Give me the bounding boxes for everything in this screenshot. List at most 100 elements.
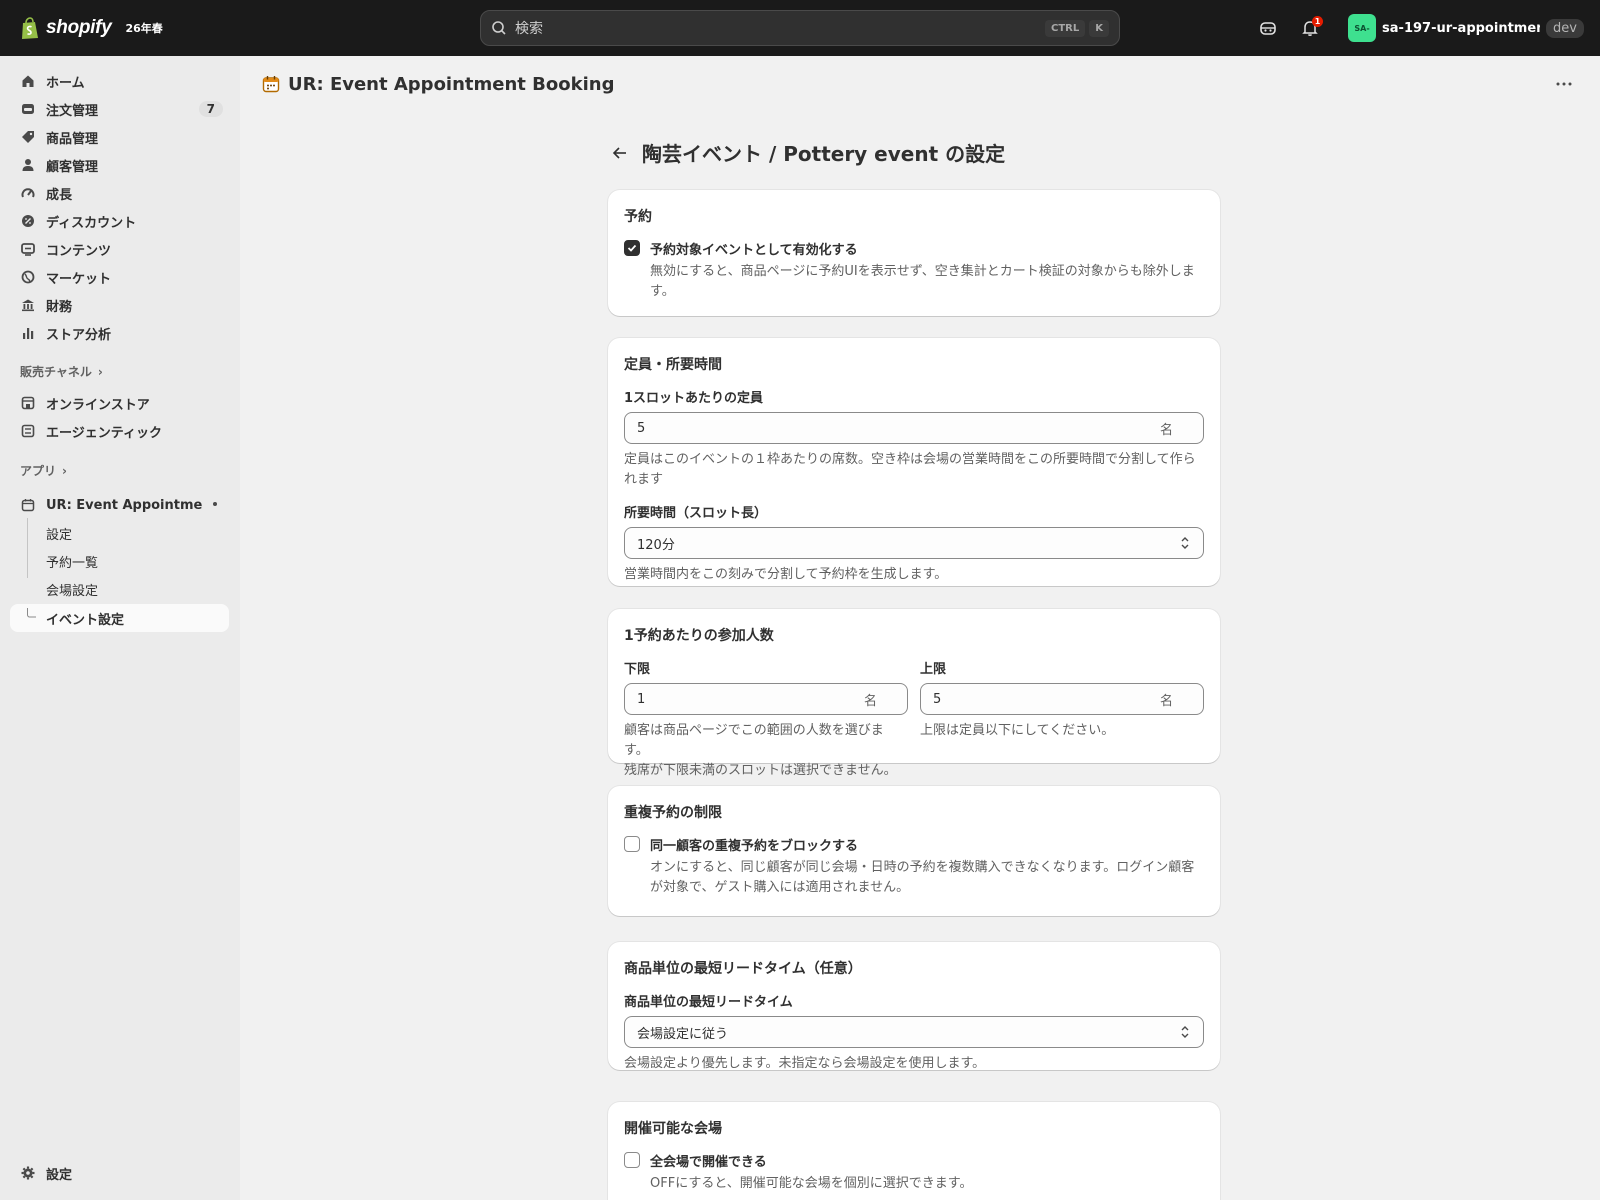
min-party-help: 顧客は商品ページでこの範囲の人数を選びます。 残席が下限未満のスロットは選択でき… <box>624 721 908 781</box>
edition-badge: 26年春 <box>125 22 163 35</box>
lead-time-label: 商品単位の最短リードタイム <box>624 995 793 1010</box>
shopify-logo[interactable]: shopify 26年春 <box>20 16 163 40</box>
capacity-card: 定員・所要時間 1スロットあたりの定員 5 名 定員はこのイベントの１枠あたりの… <box>608 338 1220 586</box>
capacity-input[interactable]: 5 名 <box>624 412 1204 444</box>
sidebar-item-label: 設定 <box>46 1167 73 1183</box>
sidebar-item-online-store[interactable]: オンラインストア <box>10 389 229 417</box>
search-bar[interactable]: 検索 CTRL K <box>480 10 1120 46</box>
more-actions-button[interactable] <box>1550 72 1578 96</box>
sidebar-item-growth[interactable]: 成長 <box>10 179 229 207</box>
chevron-right-icon: › <box>62 463 67 478</box>
max-party-label: 上限 <box>920 662 947 677</box>
sidebar-item-label: 商品管理 <box>46 131 99 147</box>
card-title: 予約 <box>624 209 652 225</box>
sidebar-item-app[interactable]: UR: Event Appointmen... <box>10 491 229 519</box>
discount-icon <box>20 213 36 229</box>
help-line: れます <box>624 472 664 487</box>
apps-heading[interactable]: アプリ › <box>20 462 67 479</box>
card-title: 開催可能な会場 <box>624 1121 722 1137</box>
sidebar-item-content[interactable]: コンテンツ <box>10 235 229 263</box>
card-title: 重複予約の制限 <box>624 805 722 821</box>
content-icon <box>20 241 36 257</box>
sidebar-item-discounts[interactable]: ディスカウント <box>10 207 229 235</box>
shortcut-ctrl: CTRL <box>1045 19 1086 37</box>
max-party-value: 5 <box>933 691 942 707</box>
min-party-field: 下限 1 名 顧客は商品ページでこの範囲の人数を選びます。 残席が下限未満のスロ… <box>624 658 908 781</box>
duplicate-booking-card: 重複予約の制限 同一顧客の重複予約をブロックする オンにすると、同じ顧客が同じ会… <box>608 786 1220 916</box>
back-button[interactable] <box>608 141 632 165</box>
orders-count-badge: 7 <box>198 101 223 117</box>
sidebar-item-customers[interactable]: 顧客管理 <box>10 151 229 179</box>
help-line: す。 <box>650 284 675 299</box>
max-party-input[interactable]: 5 名 <box>920 683 1204 715</box>
enable-booking-checkbox[interactable] <box>624 240 640 256</box>
enable-booking-label: 予約対象イベントとして有効化する <box>650 243 858 258</box>
sidebar-item-analytics[interactable]: ストア分析 <box>10 319 229 347</box>
sidebar: ホーム 注文管理 7 商品管理 顧客管理 成長 ディスカウント コンテンツ マー… <box>0 56 240 1200</box>
sidebar-item-label: 顧客管理 <box>46 159 99 175</box>
gauge-icon <box>20 185 36 201</box>
all-venues-row: 全会場で開催できる OFFにすると、開催可能な会場を個別に選択できます。 <box>624 1151 1204 1194</box>
sidebar-item-home[interactable]: ホーム <box>10 67 229 95</box>
calendar-icon <box>20 497 36 513</box>
app-subitem-label: イベント設定 <box>46 612 125 628</box>
sidebar-item-products[interactable]: 商品管理 <box>10 123 229 151</box>
app-subitem-event-settings[interactable]: イベント設定 <box>10 604 229 632</box>
sidebar-item-settings[interactable]: 設定 <box>10 1159 229 1187</box>
min-party-input[interactable]: 1 名 <box>624 683 908 715</box>
sidebar-item-label: ストア分析 <box>46 327 112 343</box>
shortcut-k: K <box>1089 19 1109 37</box>
chart-icon <box>20 325 36 341</box>
max-party-field: 上限 5 名 上限は定員以下にしてください。 <box>920 658 1204 781</box>
sidebar-item-markets[interactable]: マーケット <box>10 263 229 291</box>
app-calendar-icon <box>262 76 280 93</box>
app-subitem-bookings[interactable]: 予約一覧 <box>10 547 229 575</box>
duration-value: 120分 <box>637 537 675 553</box>
help-line: 残席が下限未満のスロットは選択できません。 <box>624 763 897 778</box>
sidebar-item-label: オンラインストア <box>46 397 150 413</box>
block-duplicate-row: 同一顧客の重複予約をブロックする オンにすると、同じ顧客が同じ会場・日時の予約を… <box>624 835 1204 898</box>
help-line: 顧客は商品ページでこの範囲の人数を選びます。 <box>624 723 884 758</box>
select-chevrons-icon <box>1181 537 1189 549</box>
notifications-button[interactable]: 1 <box>1294 12 1326 44</box>
brand-name: shopify <box>46 17 112 38</box>
all-venues-label: 全会場で開催できる <box>650 1155 767 1170</box>
all-venues-help: OFFにすると、開催可能な会場を個別に選択できます。 <box>650 1176 973 1191</box>
card-title: 定員・所要時間 <box>624 357 722 373</box>
duration-select[interactable]: 120分 <box>624 527 1204 559</box>
enable-booking-help: 無効にすると、商品ページに予約UIを表示せず、空き集計とカート検証の対象からも除… <box>650 262 1195 302</box>
capacity-label: 1スロットあたりの定員 <box>624 391 764 406</box>
sidebar-item-label: ディスカウント <box>46 215 137 231</box>
capacity-value: 5 <box>637 420 646 436</box>
card-title: 商品単位の最短リードタイム（任意） <box>624 961 862 977</box>
card-title: 1予約あたりの参加人数 <box>624 628 774 644</box>
gear-icon <box>20 1165 36 1181</box>
sidekick-icon <box>1260 22 1276 35</box>
max-party-help: 上限は定員以下にしてください。 <box>920 723 1115 738</box>
block-duplicate-label: 同一顧客の重複予約をブロックする <box>650 839 859 854</box>
all-venues-checkbox[interactable] <box>624 1152 640 1168</box>
sidebar-item-label: ホーム <box>46 75 85 91</box>
tree-elbow-icon <box>27 608 36 618</box>
sales-channels-heading[interactable]: 販売チャネル › <box>20 363 103 380</box>
page-title: 陶芸イベント / Pottery event の設定 <box>642 142 1006 166</box>
search-icon <box>492 21 506 35</box>
min-party-value: 1 <box>637 691 646 707</box>
party-size-card: 1予約あたりの参加人数 下限 1 名 顧客は商品ページでこの範囲の人数を選びます… <box>608 609 1220 778</box>
store-name[interactable]: sa-197-ur-appointment-a... <box>1382 21 1540 36</box>
search-input[interactable]: 検索 <box>515 18 1041 38</box>
notification-count-badge: 1 <box>1312 16 1324 27</box>
app-subitem-venues[interactable]: 会場設定 <box>10 575 229 603</box>
capacity-help: 定員はこのイベントの１枠あたりの席数。空き枠は会場の営業時間をこの所要時間で分割… <box>624 450 1204 490</box>
max-party-suffix: 名 <box>1159 693 1173 709</box>
sidebar-item-finance[interactable]: 財務 <box>10 291 229 319</box>
block-duplicate-checkbox[interactable] <box>624 836 640 852</box>
store-avatar[interactable]: SA- <box>1348 14 1377 42</box>
lead-time-card: 商品単位の最短リードタイム（任意） 商品単位の最短リードタイム 会場設定に従う … <box>608 942 1220 1071</box>
lead-time-select[interactable]: 会場設定に従う <box>624 1016 1204 1048</box>
sidebar-item-agentic[interactable]: エージェンティック <box>10 417 229 445</box>
app-subitem-settings[interactable]: 設定 <box>10 519 229 547</box>
pin-dot-icon <box>213 502 217 506</box>
sidebar-item-orders[interactable]: 注文管理 7 <box>10 95 229 123</box>
sidekick-button[interactable] <box>1252 12 1284 44</box>
